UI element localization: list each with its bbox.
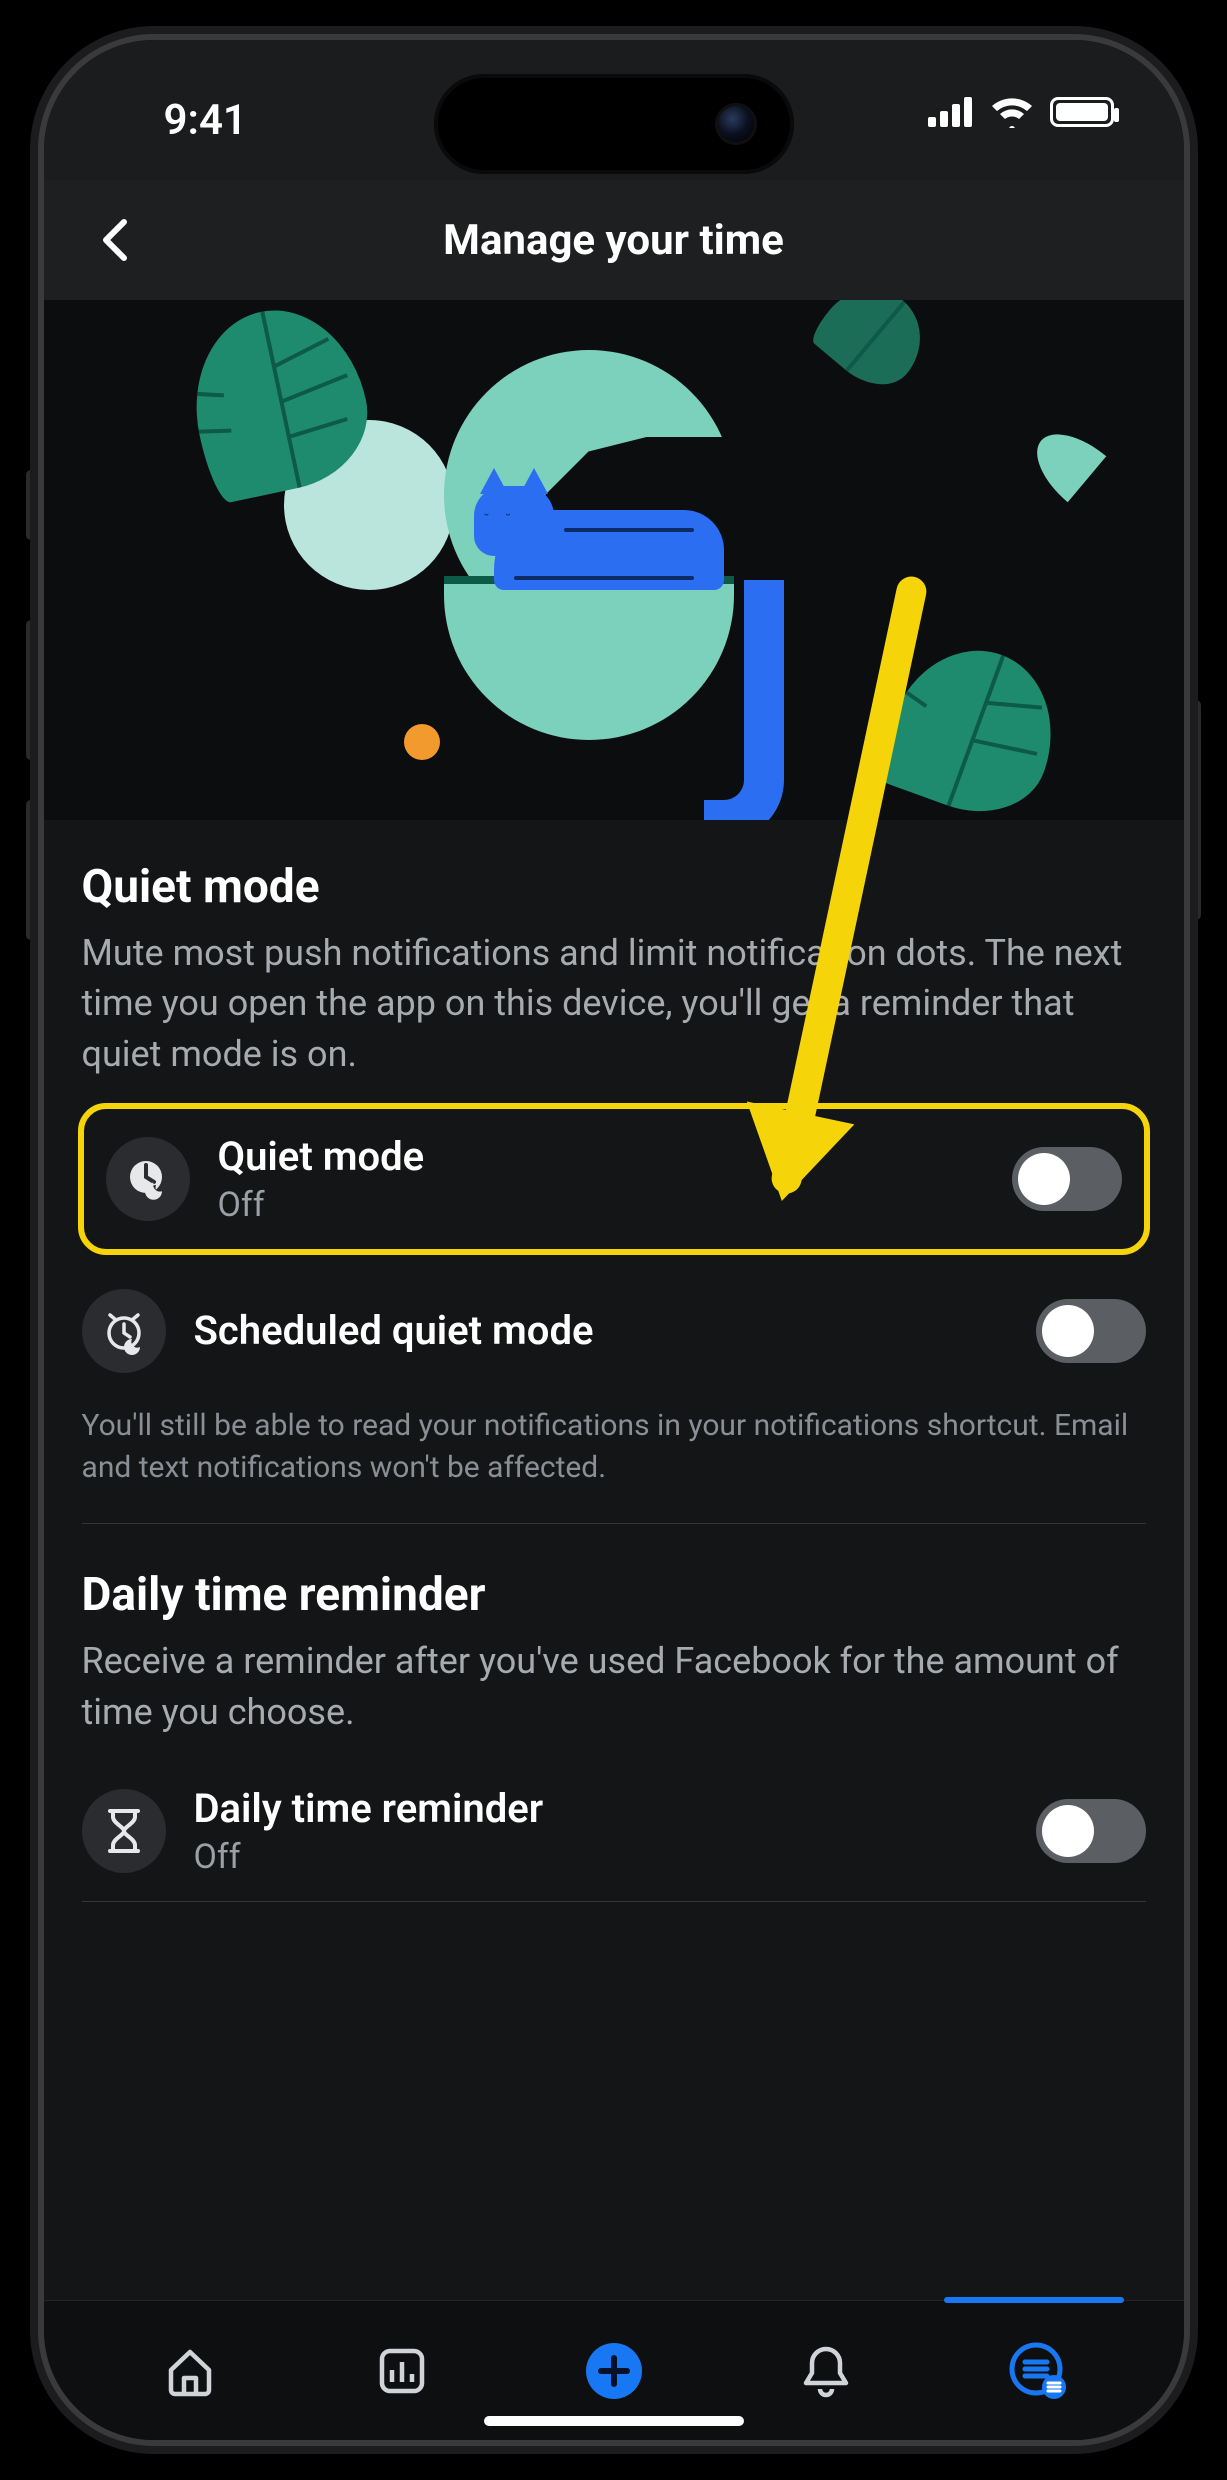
- hero-illustration: ˘ ˘: [44, 300, 1184, 820]
- quiet-mode-note: You'll still be able to read your notifi…: [82, 1397, 1146, 1523]
- device-power-button: [1191, 700, 1201, 920]
- active-tab-indicator: [944, 2297, 1124, 2303]
- bell-icon: [800, 2343, 852, 2399]
- canvas: 9:41: [0, 0, 1227, 2480]
- tab-home[interactable]: [155, 2336, 225, 2406]
- back-button[interactable]: [84, 210, 144, 270]
- quiet-mode-section-desc: Mute most push notifications and limit n…: [82, 928, 1146, 1079]
- menu-icon: [1008, 2341, 1068, 2401]
- device-silent-switch: [26, 470, 36, 540]
- quiet-mode-section-title: Quiet mode: [82, 860, 1146, 914]
- front-camera: [718, 106, 754, 142]
- scheduled-quiet-mode-row[interactable]: Scheduled quiet mode: [82, 1265, 1146, 1397]
- tab-menu[interactable]: [1003, 2336, 1073, 2406]
- tab-feeds[interactable]: [367, 2336, 437, 2406]
- bottom-tab-bar: [44, 2300, 1184, 2440]
- chevron-left-icon: [100, 218, 128, 262]
- feeds-icon: [375, 2344, 429, 2398]
- quiet-mode-toggle[interactable]: [1012, 1147, 1122, 1211]
- device-volume-down: [26, 800, 36, 940]
- battery-icon: [1050, 97, 1114, 127]
- section-divider-2: [82, 1901, 1146, 1902]
- daily-reminder-label: Daily time reminder: [194, 1785, 1008, 1833]
- plus-circle-icon: [584, 2341, 644, 2401]
- quiet-mode-label: Quiet mode: [218, 1133, 984, 1181]
- page-title: Manage your time: [44, 216, 1184, 265]
- daily-reminder-toggle[interactable]: [1036, 1799, 1146, 1863]
- status-indicators: [928, 96, 1114, 128]
- phone-frame: 9:41: [44, 40, 1184, 2440]
- daily-reminder-value: Off: [194, 1837, 1008, 1877]
- annotation-highlight: Quiet mode Off: [78, 1103, 1150, 1255]
- tab-notifications[interactable]: [791, 2336, 861, 2406]
- device-volume-up: [26, 620, 36, 760]
- page-header: Manage your time: [44, 180, 1184, 300]
- screen: 9:41: [44, 40, 1184, 2440]
- dynamic-island: [434, 74, 794, 174]
- tab-create[interactable]: [579, 2336, 649, 2406]
- scheduled-quiet-mode-toggle[interactable]: [1036, 1299, 1146, 1363]
- wifi-icon: [990, 96, 1034, 128]
- cellular-icon: [928, 97, 974, 127]
- scheduled-quiet-mode-label: Scheduled quiet mode: [194, 1307, 1008, 1355]
- home-icon: [163, 2344, 217, 2398]
- alarm-moon-icon: [82, 1289, 166, 1373]
- daily-reminder-section-title: Daily time reminder: [82, 1568, 1146, 1622]
- content-area: Quiet mode Mute most push notifications …: [44, 820, 1184, 2300]
- home-indicator: [484, 2416, 744, 2426]
- hourglass-icon: [82, 1789, 166, 1873]
- status-time: 9:41: [164, 96, 247, 145]
- moon-clock-icon: [106, 1137, 190, 1221]
- quiet-mode-value: Off: [218, 1185, 984, 1225]
- daily-reminder-section-desc: Receive a reminder after you've used Fac…: [82, 1636, 1146, 1737]
- daily-reminder-row[interactable]: Daily time reminder Off: [82, 1761, 1146, 1901]
- quiet-mode-row[interactable]: Quiet mode Off: [106, 1127, 1122, 1231]
